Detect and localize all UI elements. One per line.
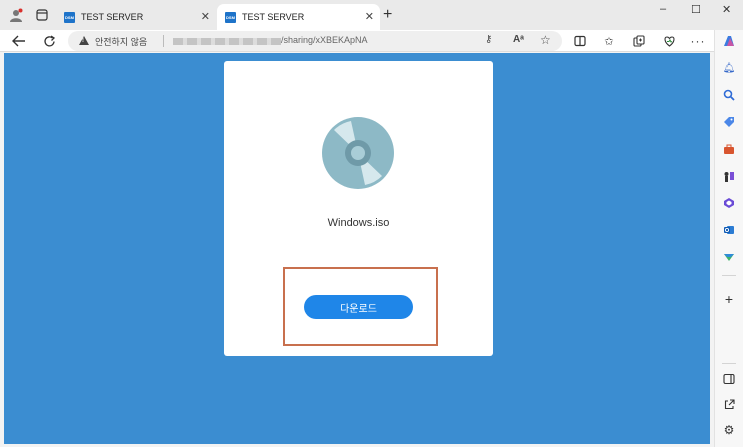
split-screen-icon[interactable] xyxy=(572,33,588,49)
tab-test-server-1[interactable]: DSM TEST SERVER ✕ xyxy=(56,4,216,30)
tab-test-server-2[interactable]: DSM TEST SERVER ✕ xyxy=(217,4,380,30)
disc-icon xyxy=(322,117,394,189)
browser-essentials-icon[interactable] xyxy=(661,33,677,49)
file-name: Windows.iso xyxy=(327,217,390,229)
settings-gear-icon[interactable]: ⚙ xyxy=(722,423,736,437)
dsm-favicon-icon: DSM xyxy=(225,11,236,23)
sidebar-divider xyxy=(722,363,736,364)
tab-label: TEST SERVER xyxy=(242,12,305,22)
security-status[interactable]: 안전하지 않음 xyxy=(95,35,147,48)
favorite-star-icon[interactable]: ☆ xyxy=(540,33,551,47)
key-icon[interactable]: ⚷ xyxy=(485,34,492,45)
warning-icon[interactable] xyxy=(79,36,89,45)
refresh-button[interactable] xyxy=(40,32,58,50)
profile-icon[interactable] xyxy=(8,7,24,23)
games-icon[interactable] xyxy=(722,169,736,183)
copilot-icon[interactable] xyxy=(722,34,736,48)
new-tab-button[interactable]: + xyxy=(383,6,392,24)
tab-actions-icon[interactable] xyxy=(34,7,50,23)
outlook-icon[interactable] xyxy=(722,223,736,237)
minimize-button[interactable]: – xyxy=(660,3,666,15)
shopping-tag-icon[interactable] xyxy=(722,115,736,129)
maximize-button[interactable]: ☐ xyxy=(691,3,701,16)
blurred-host xyxy=(173,38,281,45)
more-options-icon[interactable]: ··· xyxy=(690,33,706,49)
url-path[interactable]: /sharing/xXBEKApNA xyxy=(281,35,368,45)
browser-sidebar: 🔔︎ + ⚙ xyxy=(714,30,743,447)
address-bar[interactable]: ! 안전하지 않음 /sharing/xXBEKApNA ⚷ Aᵃ ☆ xyxy=(68,31,562,51)
collections-icon[interactable] xyxy=(631,33,647,49)
tab-label: TEST SERVER xyxy=(81,12,144,22)
close-tab-icon[interactable]: ✕ xyxy=(201,10,210,23)
title-bar: DSM TEST SERVER ✕ DSM TEST SERVER ✕ + – … xyxy=(0,0,743,30)
close-tab-icon[interactable]: ✕ xyxy=(365,10,374,23)
back-button[interactable] xyxy=(10,32,28,50)
file-share-card: Windows.iso 다운로드 xyxy=(224,61,493,356)
download-button[interactable]: 다운로드 xyxy=(304,295,413,319)
microsoft-365-icon[interactable] xyxy=(722,196,736,210)
dsm-favicon-icon: DSM xyxy=(64,11,75,23)
search-icon[interactable] xyxy=(722,88,736,102)
hide-sidebar-icon[interactable] xyxy=(722,372,736,386)
sidebar-divider xyxy=(722,275,736,276)
notification-bell-icon[interactable]: 🔔︎ xyxy=(722,61,736,75)
divider xyxy=(163,35,164,47)
close-window-button[interactable]: ✕ xyxy=(722,3,731,16)
drop-icon[interactable] xyxy=(722,250,736,264)
tools-briefcase-icon[interactable] xyxy=(722,142,736,156)
navigation-toolbar: ! 안전하지 않음 /sharing/xXBEKApNA ⚷ Aᵃ ☆ ✩ ··… xyxy=(0,30,743,52)
read-aloud-icon[interactable]: Aᵃ xyxy=(513,34,524,45)
favorites-icon[interactable]: ✩ xyxy=(601,33,617,49)
external-link-icon[interactable] xyxy=(722,397,736,411)
add-sidebar-app-icon[interactable]: + xyxy=(722,291,736,307)
page-content: Windows.iso 다운로드 xyxy=(4,53,710,444)
